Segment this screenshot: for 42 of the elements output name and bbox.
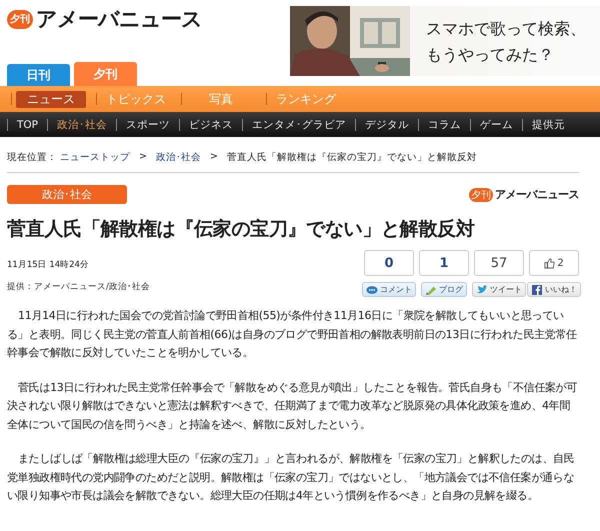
article-title: 菅直人氏「解散権は『伝家の宝刀』でない」と解散反対 bbox=[7, 217, 476, 242]
article-source: 提供：アメーバニュース/政治･社会 bbox=[7, 281, 150, 293]
site-logo[interactable]: アメーバニュース bbox=[36, 5, 202, 33]
thumbs-up-icon bbox=[544, 258, 556, 268]
logo-badge: 夕刊 bbox=[7, 10, 33, 28]
category-nav-item[interactable]: エンタメ･グラビア bbox=[243, 118, 356, 132]
pen-icon bbox=[425, 284, 437, 294]
share-count: 57 bbox=[474, 250, 524, 276]
category-nav-item[interactable]: ビジネス bbox=[180, 118, 242, 132]
breadcrumb-separator: > bbox=[139, 151, 147, 164]
category-nav-item[interactable]: コラム bbox=[419, 118, 470, 132]
article-paragraph: またしばしば「解散権は総理大臣の『伝家の宝刀』」と言われるが、解散権を「伝家の宝刀」と解釈したのは、自民党単独政権時代の党内闘争のためだと説明。解散権は「伝家の宝刀」ではないとし、「地方議会では不信任案が通らない限り知事や市長は議会を解散できない。総理大臣の任期は4年という慣例を作るべき」と自身の見解を綴る。 bbox=[7, 451, 576, 504]
category-nav-item[interactable]: ゲーム bbox=[471, 118, 522, 132]
category-nav-item[interactable]: 提供元 bbox=[523, 118, 574, 132]
article-paragraph: 11月14日に行われた国会での党首討論で野田首相(55)が条件付き11月16日に「衆院を解散してもいいと思っている」と表明。同じく民主党の菅直人前首相(66)は自身のブログで野田首相の解散表明前日の13日に行われた民主党常任幹事会で解散に反対していたことを明かしている。 bbox=[7, 308, 578, 361]
section-nav-item[interactable]: ニュース bbox=[16, 90, 86, 108]
breadcrumb-link[interactable]: ニューストップ bbox=[60, 151, 130, 164]
breadcrumb-separator: > bbox=[210, 151, 218, 164]
category-nav-item[interactable]: 政治･社会 bbox=[48, 118, 116, 132]
share-button[interactable]: コメント bbox=[362, 282, 416, 297]
share-button[interactable]: ツイート bbox=[472, 282, 526, 297]
share-count: 1 bbox=[419, 250, 469, 276]
breadcrumb-label: 現在位置： bbox=[7, 151, 57, 164]
logo-badge: 夕刊 bbox=[469, 188, 493, 202]
category-nav-item[interactable]: スポーツ bbox=[117, 118, 180, 132]
breadcrumb-link[interactable]: 政治･社会 bbox=[156, 151, 201, 164]
source-logo: アメーバニュース bbox=[495, 187, 579, 202]
ad-headline[interactable]: もうやってみた？ bbox=[426, 42, 586, 68]
article-date: 11月15日 14時24分 bbox=[7, 259, 90, 271]
article-paragraph: 菅氏は13日に行われた民主党常任幹事会で「解散をめぐる意見が噴出」したことを報告。菅氏自身も「不信任案が可決されない限り解散はできないと憲法は解釈すべきで、任期満了まで電力改革など脱原発の具体化政策を進め、4年間全体について国民の信を問うべき」と持論を述べ、解散に反対したという。 bbox=[7, 380, 578, 432]
category-nav-item[interactable]: デジタル bbox=[356, 118, 418, 132]
edition-tab[interactable]: 日刊 bbox=[7, 64, 70, 86]
share-count: 0 bbox=[364, 250, 414, 276]
share-button[interactable]: いいね！ bbox=[527, 282, 581, 297]
f-icon bbox=[531, 284, 543, 294]
breadcrumb-current: 菅直人氏「解散権は『伝家の宝刀』でない」と解散反対 bbox=[226, 151, 477, 164]
share-button[interactable]: ブログ bbox=[421, 282, 467, 297]
ad-headline[interactable]: スマホで歌って検索、 bbox=[426, 16, 586, 42]
share-count: 2 bbox=[529, 250, 579, 276]
bird-icon bbox=[476, 284, 488, 294]
category-nav-item[interactable]: TOP bbox=[8, 118, 48, 130]
speech-bubble-icon bbox=[366, 284, 378, 294]
